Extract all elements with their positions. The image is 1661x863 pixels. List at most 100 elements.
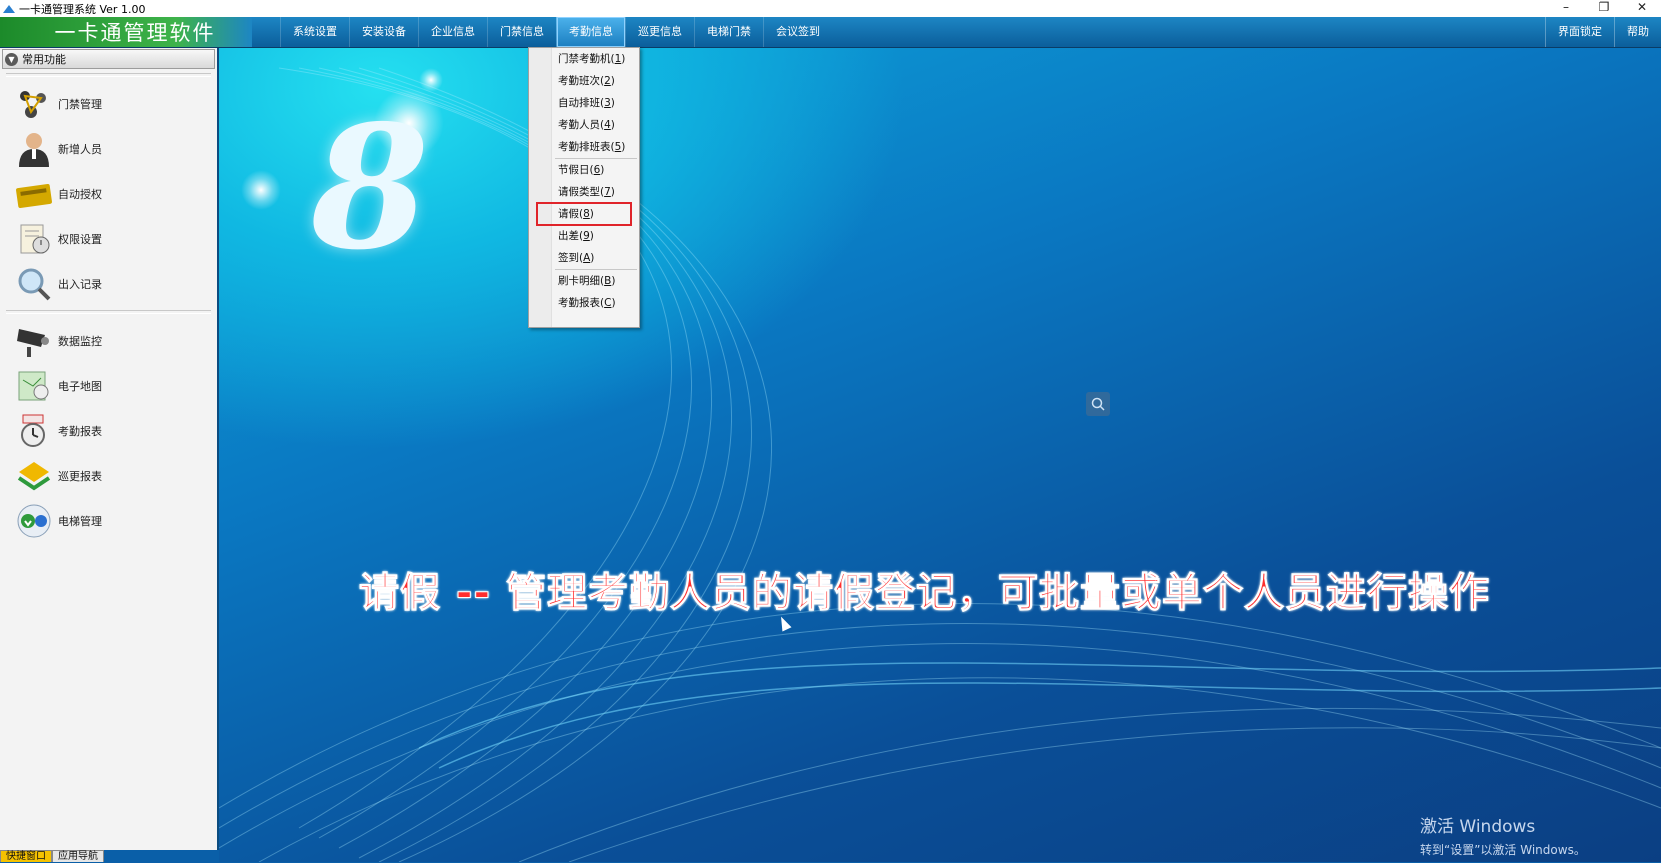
sidebar-item-label: 电梯管理	[58, 514, 102, 528]
menu-item-shortcut: A	[583, 252, 591, 264]
menu-item-schedule-table[interactable]: 考勤排班表(5)	[529, 136, 639, 158]
menu-item-attendance-device[interactable]: 门禁考勤机(1)	[529, 48, 639, 70]
menu-item-label: 请假	[558, 208, 579, 220]
menu-item-attendance-report[interactable]: 考勤报表(C)	[529, 292, 639, 314]
menu-item-shortcut: 5	[614, 141, 622, 153]
elevator-icon	[14, 502, 54, 540]
menu-lock-ui[interactable]: 界面锁定	[1545, 17, 1614, 47]
menu-item-shortcut: C	[604, 297, 612, 309]
magnifier-icon	[14, 265, 54, 303]
menu-help[interactable]: 帮助	[1614, 17, 1661, 47]
menu-meeting-signin[interactable]: 会议签到	[763, 17, 832, 47]
close-button[interactable]: ✕	[1623, 0, 1661, 17]
sidebar-item-label: 自动授权	[58, 187, 102, 201]
restore-button[interactable]: ❐	[1585, 0, 1623, 17]
menu-item-attendance-staff[interactable]: 考勤人员(4)	[529, 114, 639, 136]
menu-item-label: 请假类型	[558, 186, 600, 198]
sidebar-item-attendance-report[interactable]: 考勤报表	[0, 408, 217, 453]
menu-attendance-info[interactable]: 考勤信息	[556, 17, 625, 47]
camera-icon	[14, 322, 54, 360]
sidebar-item-patrol-report[interactable]: 巡更报表	[0, 453, 217, 498]
sidebar-item-permissions[interactable]: 权限设置	[0, 216, 217, 261]
tab-app-navigation[interactable]: 应用导航	[52, 850, 104, 862]
sidebar-item-label: 数据监控	[58, 334, 102, 348]
sidebar-item-label: 门禁管理	[58, 97, 102, 111]
sidebar-item-label: 考勤报表	[58, 424, 102, 438]
window-title-bar: 一卡通管理系统 Ver 1.00 – ❐ ✕	[0, 0, 1661, 17]
menu-item-label: 刷卡明细	[558, 275, 600, 287]
menu-elevator-access[interactable]: 电梯门禁	[694, 17, 763, 47]
menu-item-business-trip[interactable]: 出差(9)	[529, 225, 639, 247]
window-title: 一卡通管理系统 Ver 1.00	[19, 2, 146, 16]
clock-icon	[14, 412, 54, 450]
sidebar-item-label: 新增人员	[58, 142, 102, 156]
menu-item-label: 自动排班	[558, 97, 600, 109]
brand-logo: 8	[311, 88, 430, 288]
sidebar-item-e-map[interactable]: 电子地图	[0, 363, 217, 408]
menu-item-swipe-details[interactable]: 刷卡明细(B)	[529, 270, 639, 292]
sidebar-header[interactable]: ▼ 常用功能	[2, 49, 215, 69]
divider	[6, 310, 211, 314]
wave-decoration	[219, 67, 1661, 862]
map-icon	[14, 367, 54, 405]
menu-access-info[interactable]: 门禁信息	[487, 17, 556, 47]
permission-icon	[14, 220, 54, 258]
search-icon	[1086, 392, 1110, 416]
menu-item-label: 节假日	[558, 164, 590, 176]
menu-item-label: 门禁考勤机	[558, 53, 611, 65]
menu-item-label: 考勤班次	[558, 75, 600, 87]
menu-company-info[interactable]: 企业信息	[418, 17, 487, 47]
menu-item-label: 考勤排班表	[558, 141, 611, 153]
sidebar-item-data-monitor[interactable]: 数据监控	[0, 318, 217, 363]
menu-item-shortcut: 3	[604, 97, 611, 109]
menu-item-shortcut: B	[604, 275, 612, 287]
sidebar-item-access-control[interactable]: 门禁管理	[0, 81, 217, 126]
access-control-icon	[14, 85, 54, 123]
menu-system-settings[interactable]: 系统设置	[280, 17, 349, 47]
menu-item-shortcut: 4	[604, 119, 611, 131]
sidebar-item-label: 电子地图	[58, 379, 102, 393]
menu-item-label: 考勤报表	[558, 297, 600, 309]
menu-item-label: 考勤人员	[558, 119, 600, 131]
tab-quick-window[interactable]: 快捷窗口	[0, 850, 52, 862]
person-icon	[14, 130, 54, 168]
menu-install-devices[interactable]: 安装设备	[349, 17, 418, 47]
attendance-dropdown-menu: 门禁考勤机(1) 考勤班次(2) 自动排班(3) 考勤人员(4) 考勤排班表(5…	[528, 47, 640, 328]
sidebar-header-label: 常用功能	[22, 53, 66, 66]
sidebar-item-label: 出入记录	[58, 277, 102, 291]
sidebar-item-auto-authorize[interactable]: 自动授权	[0, 171, 217, 216]
sidebar-item-access-records[interactable]: 出入记录	[0, 261, 217, 306]
sidebar: ▼ 常用功能 门禁管理 新增人员 自动授权 权限设置 出入记录 数据监控 电子地…	[0, 48, 219, 862]
menu-item-shortcut: 7	[604, 186, 611, 198]
menu-item-shortcut: 1	[614, 53, 622, 65]
menu-item-shortcut: 6	[593, 164, 601, 176]
collapse-icon[interactable]: ▼	[5, 52, 18, 66]
menu-item-sign-in[interactable]: 签到(A)	[529, 247, 639, 269]
sidebar-item-elevator[interactable]: 电梯管理	[0, 498, 217, 543]
menu-item-label: 出差	[558, 230, 579, 242]
menu-bar: 一卡通管理软件 系统设置 安装设备 企业信息 门禁信息 考勤信息 巡更信息 电梯…	[0, 17, 1661, 48]
bubble-decoration	[241, 170, 281, 210]
menu-item-holidays[interactable]: 节假日(6)	[529, 159, 639, 181]
activation-watermark: 激活 Windows 转到“设置”以激活 Windows。	[1420, 812, 1586, 858]
menu-item-auto-schedule[interactable]: 自动排班(3)	[529, 92, 639, 114]
card-icon	[14, 175, 54, 213]
tutorial-caption: 请假 -- 管理考勤人员的请假登记，可批量或单个人员进行操作	[358, 570, 1491, 617]
brand-banner: 一卡通管理软件	[0, 17, 252, 47]
divider	[6, 73, 211, 77]
sidebar-item-label: 权限设置	[58, 232, 102, 246]
menu-item-shortcut: 9	[583, 230, 590, 242]
minimize-button[interactable]: –	[1547, 0, 1585, 17]
brand-title: 一卡通管理软件	[54, 21, 216, 45]
menu-item-shifts[interactable]: 考勤班次(2)	[529, 70, 639, 92]
sidebar-item-add-person[interactable]: 新增人员	[0, 126, 217, 171]
patrol-icon	[14, 457, 54, 495]
menu-patrol-info[interactable]: 巡更信息	[625, 17, 694, 47]
menu-item-leave[interactable]: 请假(8)	[536, 202, 632, 226]
menu-item-shortcut: 8	[583, 208, 590, 220]
watermark-line2: 转到“设置”以激活 Windows。	[1420, 843, 1586, 857]
menu-item-leave-types[interactable]: 请假类型(7)	[529, 181, 639, 203]
menu-item-label: 签到	[558, 252, 579, 264]
menu-item-shortcut: 2	[604, 75, 611, 87]
watermark-line1: 激活 Windows	[1420, 817, 1536, 837]
